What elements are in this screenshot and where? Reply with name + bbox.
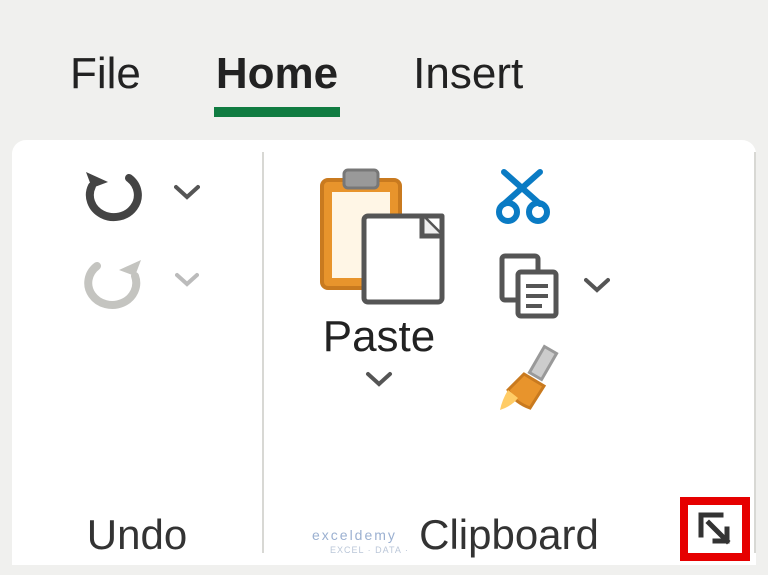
tab-insert[interactable]: Insert <box>413 49 523 111</box>
ribbon-panel: Undo <box>12 140 756 565</box>
undo-icon <box>74 158 154 226</box>
scissors-icon <box>494 162 564 226</box>
paintbrush-icon <box>494 344 566 416</box>
group-separator <box>754 152 756 553</box>
paste-icon <box>304 158 454 308</box>
group-clipboard: Paste <box>264 140 754 565</box>
redo-button[interactable] <box>12 246 262 314</box>
paste-button[interactable]: Paste <box>304 158 454 388</box>
chevron-down-icon[interactable] <box>365 370 393 388</box>
chevron-down-icon[interactable] <box>584 276 610 294</box>
watermark-sub: EXCEL · DATA · <box>330 545 409 555</box>
chevron-down-icon[interactable] <box>175 272 199 288</box>
dialog-launcher-icon <box>695 509 735 549</box>
ribbon-tabs: File Home Insert <box>0 0 768 130</box>
group-label-undo: Undo <box>87 511 187 559</box>
dialog-launcher-button[interactable] <box>680 497 750 561</box>
undo-button[interactable] <box>12 158 262 226</box>
chevron-down-icon[interactable] <box>174 183 200 201</box>
paste-label: Paste <box>323 312 436 362</box>
cut-button[interactable] <box>494 162 610 226</box>
watermark: exceldemy <box>312 527 397 543</box>
tab-file[interactable]: File <box>70 49 141 111</box>
tab-home[interactable]: Home <box>216 49 338 111</box>
group-label-clipboard: Clipboard <box>419 511 599 559</box>
redo-icon <box>75 246 155 314</box>
copy-icon <box>494 250 564 320</box>
copy-button[interactable] <box>494 250 610 320</box>
format-painter-button[interactable] <box>494 344 610 416</box>
group-undo: Undo <box>12 140 262 565</box>
